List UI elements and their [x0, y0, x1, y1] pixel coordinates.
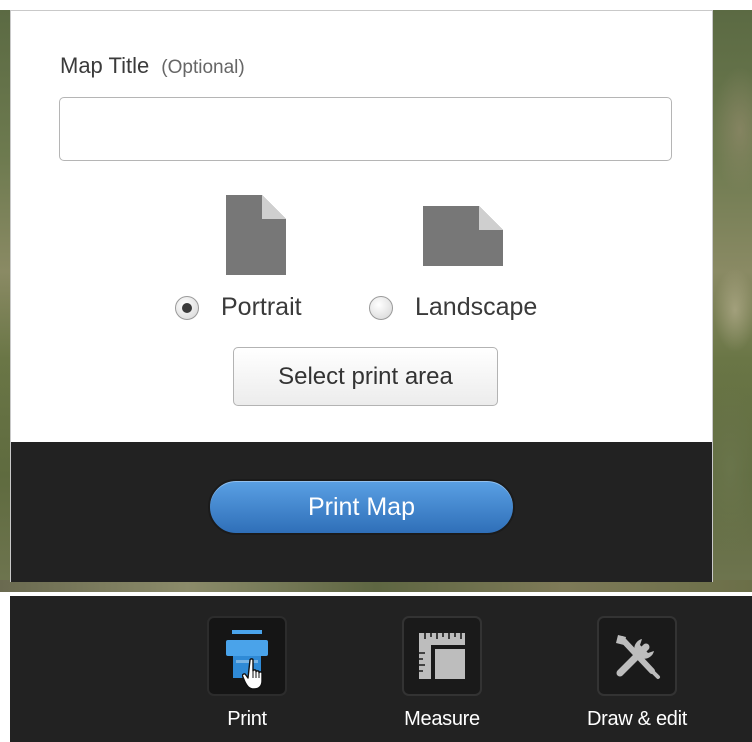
landscape-page-icon[interactable] — [423, 206, 503, 266]
bottom-toolbar: Print Measure Draw & edit — [10, 596, 752, 742]
print-tool-label: Print — [227, 708, 267, 730]
draw-edit-tool-label: Draw & edit — [586, 708, 688, 730]
toolbar-print-tool[interactable]: Print — [182, 616, 312, 731]
toolbar-draw-edit-tool[interactable]: Draw & edit — [572, 616, 702, 731]
map-title-input[interactable] — [59, 97, 672, 161]
map-title-optional-hint: (Optional) — [161, 57, 245, 78]
print-tool-button[interactable] — [207, 616, 287, 696]
toolbar-measure-tool[interactable]: Measure — [377, 616, 507, 731]
print-panel-footer: Print Map — [11, 442, 712, 582]
ruler-icon — [419, 633, 465, 679]
measure-tool-button[interactable] — [402, 616, 482, 696]
select-print-area-button[interactable]: Select print area — [233, 347, 498, 406]
tools-icon — [616, 635, 660, 679]
landscape-radio[interactable] — [369, 295, 393, 320]
print-panel: Map Title (Optional) Portrait Landscape S… — [10, 10, 713, 582]
measure-tool-label: Measure — [404, 708, 480, 730]
portrait-page-icon[interactable] — [226, 195, 286, 275]
hand-cursor-icon — [242, 658, 263, 690]
portrait-option[interactable]: Portrait — [175, 293, 302, 322]
map-title-label: Map Title (Optional) — [60, 53, 245, 79]
print-map-button[interactable]: Print Map — [208, 479, 515, 535]
draw-edit-tool-button[interactable] — [597, 616, 677, 696]
portrait-radio[interactable] — [175, 295, 199, 320]
landscape-label: Landscape — [415, 293, 538, 321]
map-title-text: Map Title — [60, 53, 150, 78]
portrait-label: Portrait — [221, 293, 302, 321]
landscape-option[interactable]: Landscape — [369, 293, 537, 322]
